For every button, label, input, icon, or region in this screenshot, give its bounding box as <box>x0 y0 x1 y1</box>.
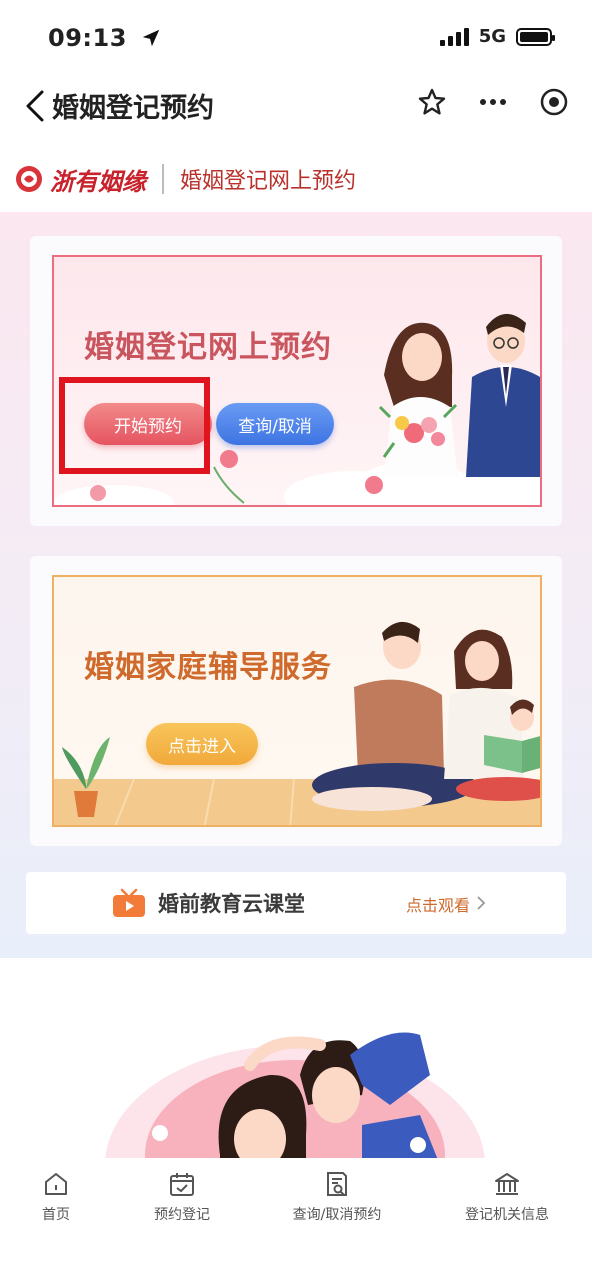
bottom-tab-bar: 首页 预约登记 查询/取消预约 登记机关信息 <box>0 1158 592 1280</box>
target-close-icon[interactable] <box>538 86 570 118</box>
page-title: 婚姻登记预约 <box>52 93 214 124</box>
calendar-check-icon <box>170 1173 194 1196</box>
brand-emblem-icon <box>16 166 42 192</box>
education-bar[interactable]: 婚前教育云课堂 点击观看 <box>26 872 566 934</box>
back-arrow-icon[interactable] <box>22 88 52 124</box>
counseling-banner-title: 婚姻家庭辅导服务 <box>84 650 332 685</box>
location-arrow-icon <box>142 29 160 47</box>
document-search-icon <box>327 1172 347 1196</box>
nav-bar: 婚姻登记预约 <box>0 78 592 134</box>
network-label: 5G <box>478 26 506 47</box>
tab-office-info[interactable]: 登记机关信息 <box>437 1170 577 1224</box>
couple-heart-illustration <box>100 1015 490 1165</box>
tv-icon <box>113 888 145 917</box>
enter-button[interactable]: 点击进入 <box>146 723 258 765</box>
tab-book-appointment[interactable]: 预约登记 <box>112 1170 252 1224</box>
family-illustration <box>54 621 540 825</box>
status-bar: 09:13 5G <box>0 0 592 78</box>
status-time: 09:13 <box>48 24 162 52</box>
brand-subtitle: 婚姻登记网上预约 <box>180 169 357 194</box>
counseling-banner: 婚姻家庭辅导服务 点击进入 <box>52 575 542 827</box>
brand-header: 浙有姻缘 婚姻登记网上预约 <box>0 146 592 212</box>
brand-divider <box>162 164 164 194</box>
chevron-right-icon <box>477 896 486 910</box>
star-icon[interactable] <box>416 86 448 118</box>
more-icon[interactable] <box>476 86 510 118</box>
building-icon <box>495 1173 519 1195</box>
tab-home[interactable]: 首页 <box>0 1170 126 1224</box>
registration-banner-title: 婚姻登记网上预约 <box>84 330 332 365</box>
home-icon <box>45 1173 67 1195</box>
signal-icon <box>439 27 469 46</box>
tab-query-cancel[interactable]: 查询/取消预约 <box>267 1170 407 1224</box>
brand-logo: 浙有姻缘 <box>14 162 146 197</box>
battery-icon <box>516 27 555 46</box>
query-cancel-button[interactable]: 查询/取消 <box>216 403 334 445</box>
education-title: 婚前教育云课堂 <box>158 892 305 916</box>
highlight-box <box>59 377 210 474</box>
watch-link[interactable]: 点击观看 <box>406 892 470 916</box>
